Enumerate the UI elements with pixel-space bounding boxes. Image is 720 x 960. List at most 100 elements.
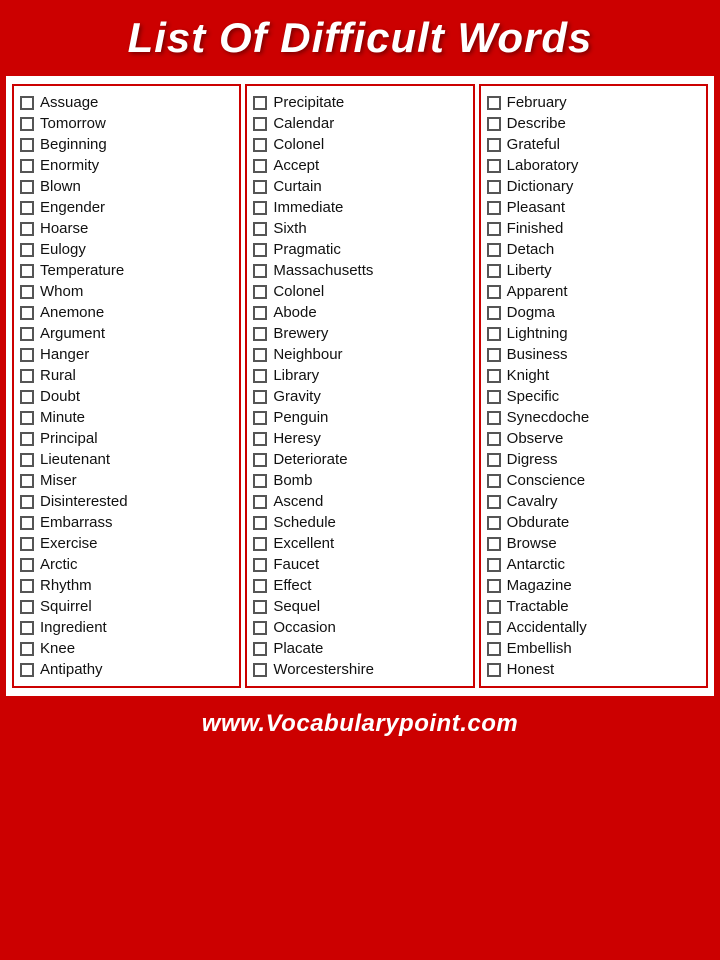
checkbox-icon[interactable] bbox=[487, 285, 501, 299]
checkbox-icon[interactable] bbox=[20, 117, 34, 131]
checkbox-icon[interactable] bbox=[253, 117, 267, 131]
list-item[interactable]: Massachusetts bbox=[251, 260, 468, 281]
list-item[interactable]: Synecdoche bbox=[485, 407, 702, 428]
checkbox-icon[interactable] bbox=[253, 369, 267, 383]
checkbox-icon[interactable] bbox=[20, 222, 34, 236]
list-item[interactable]: Dogma bbox=[485, 302, 702, 323]
list-item[interactable]: Pleasant bbox=[485, 197, 702, 218]
list-item[interactable]: Principal bbox=[18, 428, 235, 449]
checkbox-icon[interactable] bbox=[20, 558, 34, 572]
checkbox-icon[interactable] bbox=[20, 579, 34, 593]
list-item[interactable]: Business bbox=[485, 344, 702, 365]
list-item[interactable]: Beginning bbox=[18, 134, 235, 155]
list-item[interactable]: Occasion bbox=[251, 617, 468, 638]
checkbox-icon[interactable] bbox=[20, 285, 34, 299]
list-item[interactable]: Bomb bbox=[251, 470, 468, 491]
list-item[interactable]: Whom bbox=[18, 281, 235, 302]
checkbox-icon[interactable] bbox=[487, 642, 501, 656]
list-item[interactable]: Detach bbox=[485, 239, 702, 260]
list-item[interactable]: Neighbour bbox=[251, 344, 468, 365]
list-item[interactable]: Colonel bbox=[251, 134, 468, 155]
list-item[interactable]: Conscience bbox=[485, 470, 702, 491]
checkbox-icon[interactable] bbox=[20, 348, 34, 362]
list-item[interactable]: Browse bbox=[485, 533, 702, 554]
checkbox-icon[interactable] bbox=[253, 411, 267, 425]
checkbox-icon[interactable] bbox=[487, 663, 501, 677]
checkbox-icon[interactable] bbox=[20, 495, 34, 509]
list-item[interactable]: Hoarse bbox=[18, 218, 235, 239]
checkbox-icon[interactable] bbox=[487, 369, 501, 383]
list-item[interactable]: Arctic bbox=[18, 554, 235, 575]
checkbox-icon[interactable] bbox=[20, 537, 34, 551]
checkbox-icon[interactable] bbox=[253, 264, 267, 278]
checkbox-icon[interactable] bbox=[20, 96, 34, 110]
list-item[interactable]: Immediate bbox=[251, 197, 468, 218]
list-item[interactable]: Anemone bbox=[18, 302, 235, 323]
checkbox-icon[interactable] bbox=[487, 390, 501, 404]
checkbox-icon[interactable] bbox=[253, 327, 267, 341]
checkbox-icon[interactable] bbox=[487, 348, 501, 362]
checkbox-icon[interactable] bbox=[487, 222, 501, 236]
list-item[interactable]: Laboratory bbox=[485, 155, 702, 176]
list-item[interactable]: Pragmatic bbox=[251, 239, 468, 260]
checkbox-icon[interactable] bbox=[487, 495, 501, 509]
checkbox-icon[interactable] bbox=[253, 348, 267, 362]
checkbox-icon[interactable] bbox=[20, 306, 34, 320]
list-item[interactable]: Antipathy bbox=[18, 659, 235, 680]
list-item[interactable]: Penguin bbox=[251, 407, 468, 428]
checkbox-icon[interactable] bbox=[20, 327, 34, 341]
checkbox-icon[interactable] bbox=[20, 432, 34, 446]
list-item[interactable]: Tomorrow bbox=[18, 113, 235, 134]
checkbox-icon[interactable] bbox=[253, 579, 267, 593]
list-item[interactable]: Ascend bbox=[251, 491, 468, 512]
list-item[interactable]: Sequel bbox=[251, 596, 468, 617]
list-item[interactable]: Enormity bbox=[18, 155, 235, 176]
list-item[interactable]: Ingredient bbox=[18, 617, 235, 638]
checkbox-icon[interactable] bbox=[253, 537, 267, 551]
list-item[interactable]: Finished bbox=[485, 218, 702, 239]
checkbox-icon[interactable] bbox=[20, 663, 34, 677]
checkbox-icon[interactable] bbox=[487, 117, 501, 131]
checkbox-icon[interactable] bbox=[253, 642, 267, 656]
checkbox-icon[interactable] bbox=[20, 159, 34, 173]
checkbox-icon[interactable] bbox=[487, 264, 501, 278]
list-item[interactable]: Observe bbox=[485, 428, 702, 449]
list-item[interactable]: Heresy bbox=[251, 428, 468, 449]
list-item[interactable]: Calendar bbox=[251, 113, 468, 134]
checkbox-icon[interactable] bbox=[253, 600, 267, 614]
checkbox-icon[interactable] bbox=[20, 264, 34, 278]
checkbox-icon[interactable] bbox=[253, 180, 267, 194]
list-item[interactable]: Knight bbox=[485, 365, 702, 386]
list-item[interactable]: Digress bbox=[485, 449, 702, 470]
checkbox-icon[interactable] bbox=[253, 453, 267, 467]
checkbox-icon[interactable] bbox=[253, 138, 267, 152]
list-item[interactable]: Placate bbox=[251, 638, 468, 659]
checkbox-icon[interactable] bbox=[487, 327, 501, 341]
list-item[interactable]: Schedule bbox=[251, 512, 468, 533]
checkbox-icon[interactable] bbox=[253, 285, 267, 299]
checkbox-icon[interactable] bbox=[487, 306, 501, 320]
checkbox-icon[interactable] bbox=[487, 138, 501, 152]
checkbox-icon[interactable] bbox=[253, 621, 267, 635]
checkbox-icon[interactable] bbox=[253, 432, 267, 446]
checkbox-icon[interactable] bbox=[20, 474, 34, 488]
checkbox-icon[interactable] bbox=[487, 159, 501, 173]
list-item[interactable]: Brewery bbox=[251, 323, 468, 344]
list-item[interactable]: Cavalry bbox=[485, 491, 702, 512]
checkbox-icon[interactable] bbox=[20, 201, 34, 215]
checkbox-icon[interactable] bbox=[20, 411, 34, 425]
list-item[interactable]: Accidentally bbox=[485, 617, 702, 638]
checkbox-icon[interactable] bbox=[20, 642, 34, 656]
checkbox-icon[interactable] bbox=[487, 537, 501, 551]
checkbox-icon[interactable] bbox=[20, 180, 34, 194]
checkbox-icon[interactable] bbox=[487, 579, 501, 593]
checkbox-icon[interactable] bbox=[487, 96, 501, 110]
list-item[interactable]: Embarrass bbox=[18, 512, 235, 533]
list-item[interactable]: Tractable bbox=[485, 596, 702, 617]
list-item[interactable]: Rhythm bbox=[18, 575, 235, 596]
checkbox-icon[interactable] bbox=[20, 621, 34, 635]
list-item[interactable]: Hanger bbox=[18, 344, 235, 365]
list-item[interactable]: Apparent bbox=[485, 281, 702, 302]
list-item[interactable]: Disinterested bbox=[18, 491, 235, 512]
checkbox-icon[interactable] bbox=[487, 432, 501, 446]
